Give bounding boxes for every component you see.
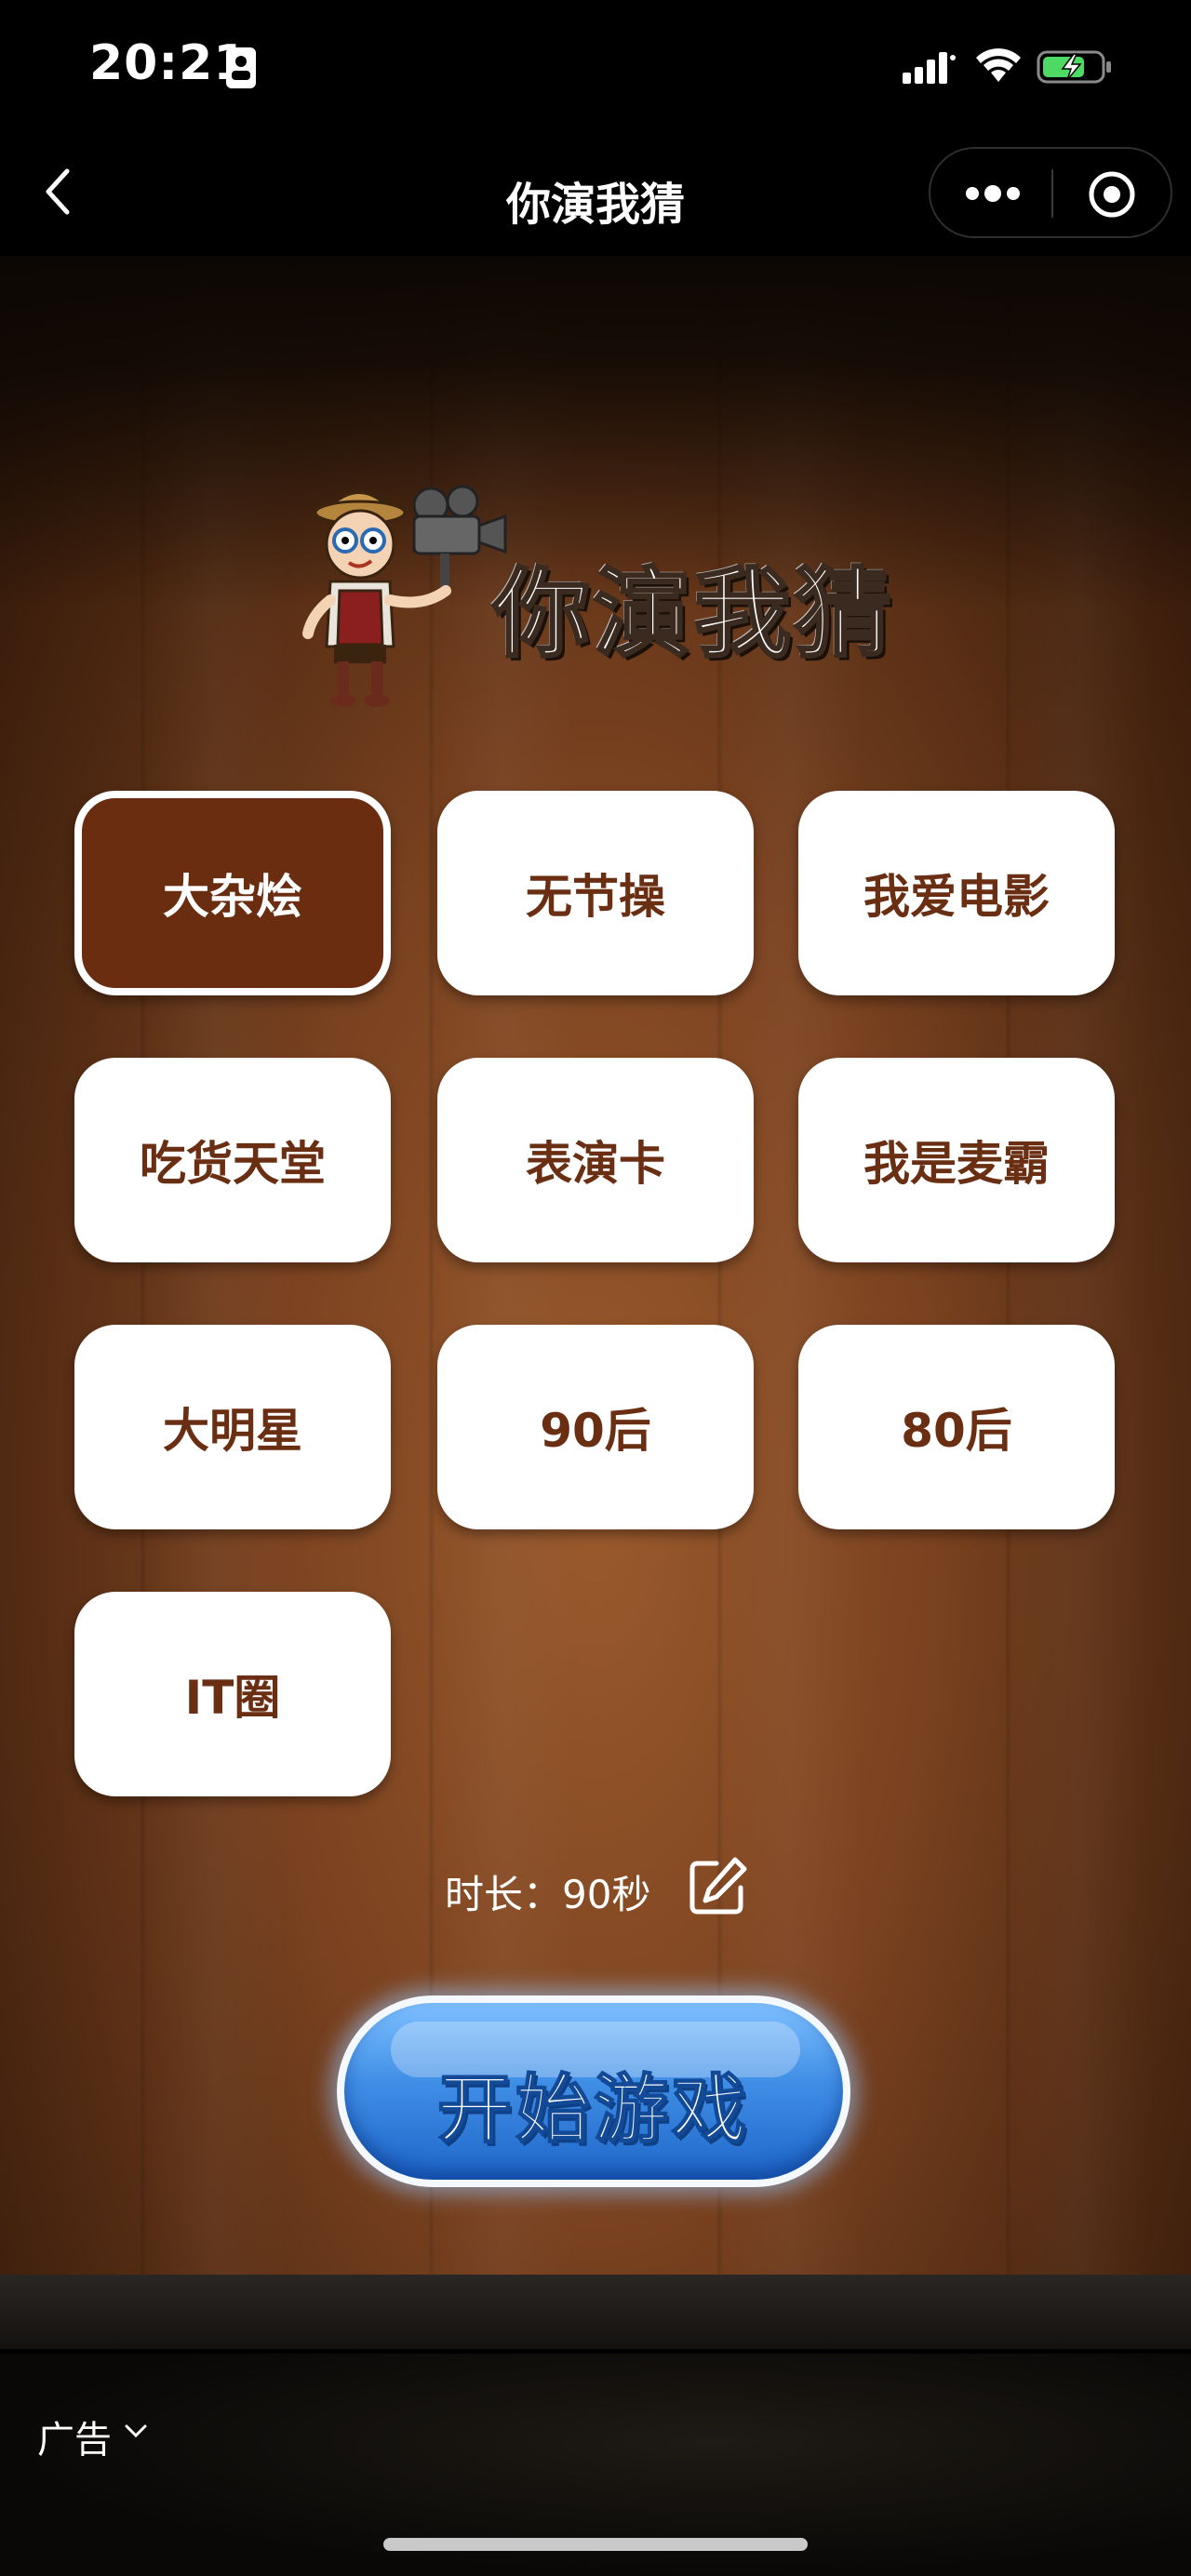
category-button[interactable]: 90后 xyxy=(437,1325,754,1529)
nav-bar: 你演我猜 xyxy=(0,130,1191,256)
mini-program-capsule xyxy=(929,147,1172,238)
category-button[interactable]: 大明星 xyxy=(74,1325,391,1529)
wifi-icon xyxy=(976,48,1021,82)
category-button[interactable]: 我是麦霸 xyxy=(798,1058,1115,1262)
stage-bottom-band xyxy=(0,2275,1191,2349)
more-dots-icon[interactable] xyxy=(964,180,1022,207)
category-button[interactable]: 吃货天堂 xyxy=(74,1058,391,1262)
ad-label[interactable]: 广告 xyxy=(37,2409,112,2463)
target-circle-icon[interactable] xyxy=(1087,169,1137,220)
duration-label: 时长：90秒 xyxy=(445,1872,651,1917)
duration-row: 时长：90秒 xyxy=(0,1856,1191,1921)
battery-charging-icon xyxy=(1037,50,1111,84)
category-button[interactable]: 无节操 xyxy=(437,791,754,995)
status-time: 20:21 xyxy=(89,35,248,91)
chevron-down-icon[interactable] xyxy=(123,2423,149,2441)
id-card-icon xyxy=(226,47,256,88)
category-button[interactable]: 我爱电影 xyxy=(798,791,1115,995)
game-stage: 你演我猜 大杂烩 无节操 我爱电影 吃货天堂 表演卡 我是麦霸 大明星 90后 … xyxy=(0,256,1191,2349)
capsule-divider xyxy=(1051,169,1053,218)
category-button[interactable]: 大杂烩 xyxy=(74,791,391,995)
edit-pencil-icon[interactable] xyxy=(689,1856,748,1915)
category-button[interactable]: 80后 xyxy=(798,1325,1115,1529)
movie-camera-icon xyxy=(412,485,507,591)
category-button[interactable]: 表演卡 xyxy=(437,1058,754,1262)
signal-icon xyxy=(903,52,956,84)
home-indicator xyxy=(383,2538,808,2551)
start-game-button[interactable]: 开始游戏 xyxy=(337,1995,850,2187)
start-game-label: 开始游戏 xyxy=(436,2065,750,2154)
category-button[interactable]: IT圈 xyxy=(74,1592,391,1796)
status-bar: 20:21 xyxy=(0,0,1191,130)
logo-title: 你演我猜 xyxy=(491,556,896,673)
